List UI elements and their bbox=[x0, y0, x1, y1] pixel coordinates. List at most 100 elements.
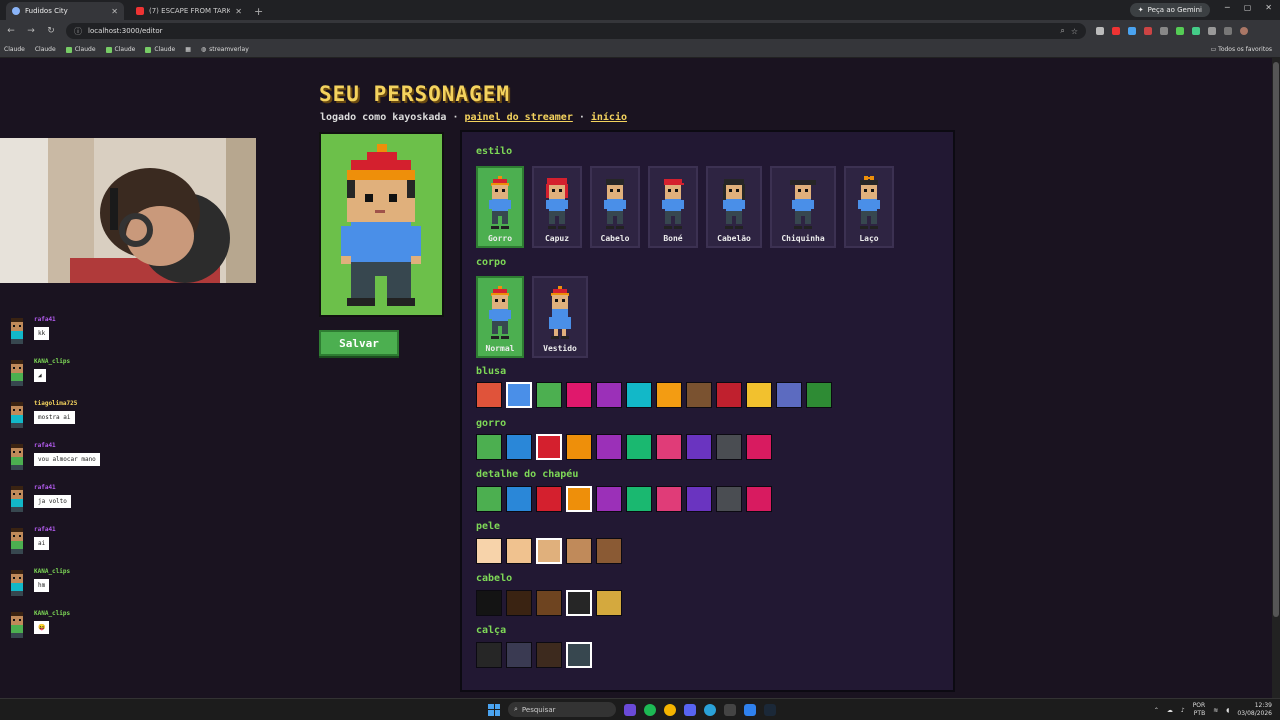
avatar[interactable] bbox=[1240, 27, 1248, 35]
hat-color-swatch[interactable] bbox=[536, 434, 562, 460]
hat-color-swatch[interactable] bbox=[746, 434, 772, 460]
cloud-icon[interactable]: ☁ bbox=[1167, 707, 1173, 714]
star-icon[interactable]: ☆ bbox=[1071, 27, 1078, 36]
shirt-color-swatch[interactable] bbox=[776, 382, 802, 408]
chrome-icon[interactable] bbox=[664, 703, 676, 716]
shirt-color-swatch[interactable] bbox=[596, 382, 622, 408]
style-option-2[interactable]: Capuz bbox=[532, 166, 582, 248]
bookmark-item[interactable]: Claude bbox=[35, 46, 56, 53]
skin-color-swatch[interactable] bbox=[596, 538, 622, 564]
hat-color-swatch[interactable] bbox=[686, 434, 712, 460]
shirt-color-swatch[interactable] bbox=[806, 382, 832, 408]
shirt-color-swatch[interactable] bbox=[716, 382, 742, 408]
windows-start-icon[interactable] bbox=[488, 703, 500, 716]
maximize-icon[interactable]: ▢ bbox=[1244, 3, 1252, 12]
hat-color-swatch[interactable] bbox=[656, 434, 682, 460]
hat-color-swatch[interactable] bbox=[596, 434, 622, 460]
chevron-up-icon[interactable]: ⌃ bbox=[1154, 707, 1159, 714]
tab-tarkov[interactable]: (7) ESCAPE FROM TARKOV | SI ✕ bbox=[130, 2, 248, 20]
hat-detail-color-swatch[interactable] bbox=[716, 486, 742, 512]
extension-icon[interactable] bbox=[1128, 27, 1136, 35]
all-bookmarks[interactable]: ▭ Todos os favoritos bbox=[1211, 46, 1272, 53]
bookmark-item[interactable]: Claude bbox=[105, 46, 135, 53]
forward-icon[interactable]: → bbox=[26, 26, 36, 36]
style-option-5[interactable]: Cabelão bbox=[706, 166, 762, 248]
steam-icon[interactable] bbox=[764, 703, 776, 716]
info-icon[interactable]: ⓘ bbox=[74, 26, 82, 37]
extension-icon[interactable] bbox=[1192, 27, 1200, 35]
vscode-icon[interactable] bbox=[744, 703, 756, 716]
extension-icon[interactable] bbox=[1096, 27, 1104, 35]
shirt-color-swatch[interactable] bbox=[626, 382, 652, 408]
bookmark-item[interactable]: Claude bbox=[4, 46, 25, 53]
spotify-icon[interactable] bbox=[644, 703, 656, 716]
grid-icon[interactable]: ▦ bbox=[185, 46, 191, 53]
minimize-icon[interactable]: ─ bbox=[1225, 3, 1230, 12]
hat-detail-color-swatch[interactable] bbox=[626, 486, 652, 512]
new-tab-button[interactable]: + bbox=[254, 2, 263, 20]
page-scrollbar[interactable] bbox=[1272, 58, 1280, 700]
hat-detail-color-swatch[interactable] bbox=[476, 486, 502, 512]
hat-detail-color-swatch[interactable] bbox=[656, 486, 682, 512]
zoom-icon[interactable]: ⌕ bbox=[1060, 26, 1064, 36]
tab-fudidos-city[interactable]: Fudidos City ✕ bbox=[6, 2, 124, 20]
home-link[interactable]: início bbox=[591, 112, 627, 123]
discord-icon[interactable] bbox=[684, 703, 696, 716]
bookmark-item[interactable]: Claude bbox=[65, 46, 96, 53]
body-option-1[interactable]: Normal bbox=[476, 276, 524, 358]
hat-detail-color-swatch[interactable] bbox=[596, 486, 622, 512]
shirt-color-swatch[interactable] bbox=[506, 382, 532, 408]
volume-icon[interactable]: ◖ bbox=[1226, 707, 1229, 714]
close-icon[interactable]: ✕ bbox=[111, 7, 118, 16]
close-icon[interactable]: ✕ bbox=[235, 7, 242, 16]
style-option-3[interactable]: Cabelo bbox=[590, 166, 640, 248]
extension-icon[interactable] bbox=[1112, 27, 1120, 35]
style-option-7[interactable]: Laço bbox=[844, 166, 894, 248]
streamer-panel-link[interactable]: painel do streamer bbox=[464, 112, 572, 123]
puzzle-icon[interactable] bbox=[1208, 27, 1216, 35]
style-option-6[interactable]: Chiquinha bbox=[770, 166, 836, 248]
hat-detail-color-swatch[interactable] bbox=[746, 486, 772, 512]
style-option-1[interactable]: Gorro bbox=[476, 166, 524, 248]
skin-color-swatch[interactable] bbox=[536, 538, 562, 564]
app-icon[interactable] bbox=[704, 703, 716, 716]
skin-color-swatch[interactable] bbox=[566, 538, 592, 564]
bookmark-item[interactable]: Claude bbox=[145, 46, 175, 53]
extension-icon[interactable] bbox=[1176, 27, 1184, 35]
hat-color-swatch[interactable] bbox=[626, 434, 652, 460]
hair-color-swatch[interactable] bbox=[476, 590, 502, 616]
hair-color-swatch[interactable] bbox=[506, 590, 532, 616]
app-icon[interactable] bbox=[624, 703, 636, 716]
hair-color-swatch[interactable] bbox=[536, 590, 562, 616]
bookmark-item[interactable]: ◍ streamverlay bbox=[201, 46, 249, 53]
back-icon[interactable]: ← bbox=[6, 26, 16, 36]
extension-icon[interactable] bbox=[1160, 27, 1168, 35]
url-field[interactable]: ⓘ localhost:3000/editor ⌕ ☆ bbox=[66, 23, 1086, 39]
scrollbar-thumb[interactable] bbox=[1273, 62, 1279, 617]
taskbar-search[interactable]: ⌕ Pesquisar bbox=[508, 702, 616, 717]
style-option-4[interactable]: Boné bbox=[648, 166, 698, 248]
body-option-2[interactable]: Vestido bbox=[532, 276, 588, 358]
hair-color-swatch[interactable] bbox=[566, 590, 592, 616]
wifi-icon[interactable]: ≋ bbox=[1213, 707, 1218, 714]
shirt-color-swatch[interactable] bbox=[686, 382, 712, 408]
hat-detail-color-swatch[interactable] bbox=[566, 486, 592, 512]
skin-color-swatch[interactable] bbox=[476, 538, 502, 564]
menu-icon[interactable] bbox=[1224, 27, 1232, 35]
clock[interactable]: 12:39 03/08/2026 bbox=[1237, 702, 1272, 718]
hat-detail-color-swatch[interactable] bbox=[686, 486, 712, 512]
pants-color-swatch[interactable] bbox=[506, 642, 532, 668]
hat-detail-color-swatch[interactable] bbox=[536, 486, 562, 512]
shirt-color-swatch[interactable] bbox=[536, 382, 562, 408]
language-indicator[interactable]: POR PTB bbox=[1193, 702, 1206, 718]
mic-icon[interactable]: ♪ bbox=[1181, 707, 1185, 714]
app-icon[interactable] bbox=[724, 703, 736, 716]
close-window-icon[interactable]: ✕ bbox=[1265, 3, 1272, 12]
skin-color-swatch[interactable] bbox=[506, 538, 532, 564]
pants-color-swatch[interactable] bbox=[536, 642, 562, 668]
hair-color-swatch[interactable] bbox=[596, 590, 622, 616]
hat-detail-color-swatch[interactable] bbox=[506, 486, 532, 512]
shirt-color-swatch[interactable] bbox=[656, 382, 682, 408]
pants-color-swatch[interactable] bbox=[476, 642, 502, 668]
shirt-color-swatch[interactable] bbox=[566, 382, 592, 408]
